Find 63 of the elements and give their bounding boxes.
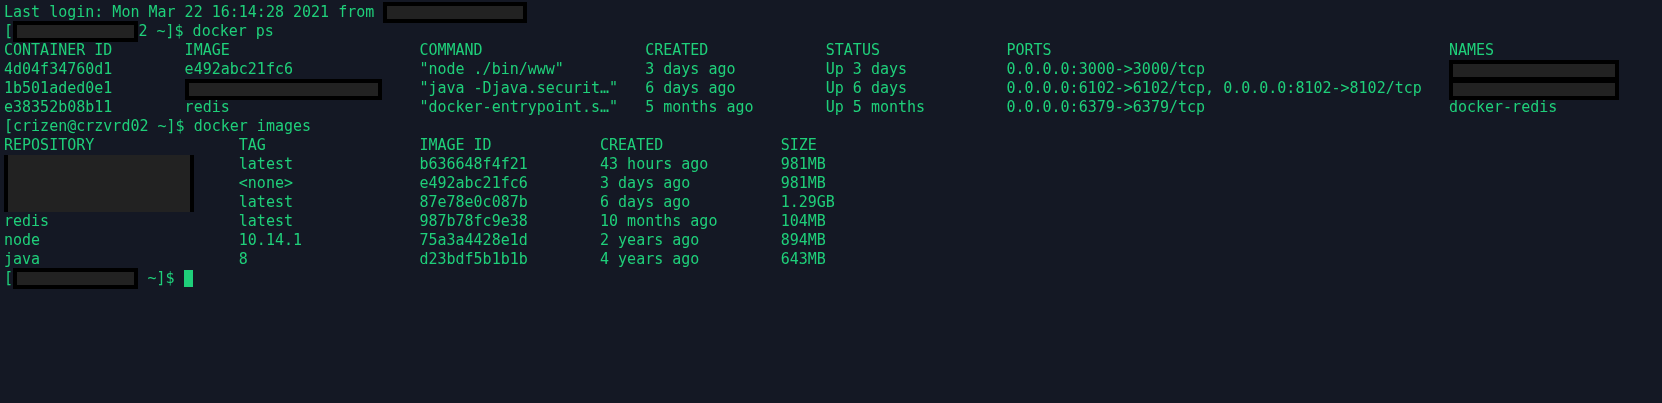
terminal-text: 2 ~]$ docker ps: [138, 22, 274, 41]
table-cell-text: Up 3 days: [825, 60, 909, 79]
table-cell-text: 643MB: [780, 250, 827, 269]
table-cell-text: 5 months ago: [645, 98, 755, 117]
column-header: STATUS: [825, 41, 881, 60]
table-cell-text: e492abc21fc6: [419, 174, 529, 193]
table-cell-text: 87e78e0c087b: [419, 193, 529, 212]
table-cell-text: redis: [4, 212, 51, 231]
column-header: CREATED: [645, 41, 710, 60]
terminal-text: [: [4, 22, 14, 41]
column-header: REPOSITORY: [4, 136, 96, 155]
table-cell-text: 0.0.0.0:6379->6379/tcp: [1006, 98, 1207, 117]
table-cell-text: latest: [238, 155, 294, 174]
table-cell-text: "node ./bin/www": [419, 60, 565, 79]
table-cell-text: 1b501aded0e1: [4, 79, 114, 98]
table-cell-text: latest: [238, 193, 294, 212]
table-cell-text: "docker-entrypoint.s…": [419, 98, 620, 117]
table-cell-text: 43 hours ago: [600, 155, 710, 174]
column-header: CONTAINER ID: [4, 41, 114, 60]
table-cell-text: Up 6 days: [825, 79, 909, 98]
table-cell-text: 6 days ago: [645, 79, 737, 98]
terminal-text: [crizen@crzvrd02 ~]$ docker images: [4, 117, 312, 136]
table-cell-text: 75a3a4428e1d: [419, 231, 529, 250]
column-header: NAMES: [1448, 41, 1496, 60]
table-cell-text: 3 days ago: [645, 60, 737, 79]
table-cell-text: 104MB: [780, 212, 827, 231]
terminal-text: Last login: Mon Mar 22 16:14:28 2021 from: [4, 3, 376, 22]
table-cell-text: e38352b08b11: [4, 98, 114, 117]
table-cell-text: 2 years ago: [600, 231, 701, 250]
table-cell-text: 1.29GB: [780, 193, 836, 212]
table-cell-text: b636648f4f21: [419, 155, 529, 174]
table-cell-text: 4d04f34760d1: [4, 60, 114, 79]
table-cell-text: 981MB: [780, 155, 827, 174]
column-header: PORTS: [1006, 41, 1053, 60]
column-header: IMAGE ID: [419, 136, 493, 155]
column-header: COMMAND: [419, 41, 484, 60]
table-cell-text: 8: [238, 250, 249, 269]
table-cell-text: java: [4, 250, 42, 269]
terminal-text: [: [4, 269, 14, 288]
table-cell-text: 0.0.0.0:6102->6102/tcp, 0.0.0.0:8102->8102/tcp: [1006, 79, 1423, 98]
table-cell-text: <none>: [238, 174, 294, 193]
terminal-text: ~]$: [146, 269, 176, 288]
table-cell-text: 10.14.1: [238, 231, 303, 250]
table-cell-text: 981MB: [780, 174, 827, 193]
table-cell-text: 4 years ago: [600, 250, 701, 269]
column-header: TAG: [238, 136, 267, 155]
table-cell-text: 10 months ago: [600, 212, 719, 231]
table-cell-text: 987b78fc9e38: [419, 212, 529, 231]
table-cell-text: 3 days ago: [600, 174, 692, 193]
table-cell-text: 894MB: [780, 231, 827, 250]
table-cell-text: 0.0.0.0:3000->3000/tcp: [1006, 60, 1207, 79]
column-header: SIZE: [780, 136, 818, 155]
table-cell-text: Up 5 months: [825, 98, 927, 117]
table-cell-text: d23bdf5b1b1b: [419, 250, 529, 269]
column-header: IMAGE: [184, 41, 231, 60]
table-cell-text: 6 days ago: [600, 193, 692, 212]
table-cell-text: node: [4, 231, 42, 250]
column-header: CREATED: [600, 136, 665, 155]
table-cell-text: redis: [184, 98, 231, 117]
table-cell-text: "java -Djava.securit…": [419, 79, 620, 98]
table-cell-text: latest: [238, 212, 294, 231]
table-cell-text: e492abc21fc6: [184, 60, 294, 79]
table-cell-text: docker-redis: [1448, 98, 1559, 117]
